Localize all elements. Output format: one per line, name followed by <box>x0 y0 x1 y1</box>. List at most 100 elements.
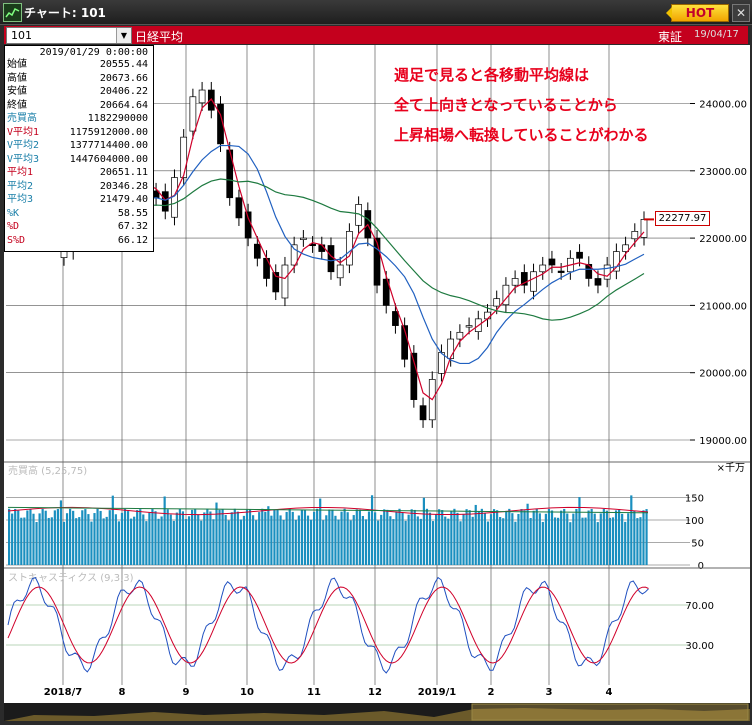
volume-bar <box>358 509 361 565</box>
x-tick-label: 2019/1 <box>418 687 456 698</box>
volume-bar <box>258 512 261 565</box>
volume-bar <box>343 508 346 565</box>
info-value: 1377714400.00 <box>69 140 148 151</box>
volume-bar <box>377 520 380 565</box>
volume-bar <box>541 521 544 565</box>
info-date: 2019/01/29 0:00:00 <box>39 47 148 58</box>
volume-bar <box>431 521 435 565</box>
volume-bar <box>590 508 593 565</box>
volume-bar <box>197 514 200 565</box>
volume-bar <box>81 510 84 565</box>
volume-bar <box>252 515 255 565</box>
volume-bar <box>407 514 410 565</box>
volume-bar <box>499 517 502 565</box>
volume-bar <box>151 508 154 565</box>
info-label: V平均2 <box>7 140 40 151</box>
window-titlebar: チャート: 101 HOT ✕ <box>0 0 752 25</box>
volume-bar <box>593 513 596 565</box>
volume-bar <box>313 511 316 565</box>
volume-bar <box>248 509 252 565</box>
volume-bar <box>468 510 471 565</box>
volume-bar <box>419 518 422 565</box>
info-value: 1447604000.00 <box>69 153 148 165</box>
volume-bar <box>566 513 569 565</box>
candle-body <box>557 270 565 273</box>
scroll-overview-bar[interactable] <box>4 703 750 721</box>
volume-bar <box>618 509 621 565</box>
volume-bar <box>93 513 96 565</box>
volume-bar <box>633 510 636 565</box>
price-tick-label: 22000.00 <box>699 234 747 245</box>
volume-bar <box>642 510 645 565</box>
volume-bar <box>496 510 499 565</box>
volume-bar <box>505 510 508 565</box>
volume-bar <box>273 509 276 565</box>
symbol-select[interactable]: 101 ▼ <box>6 27 132 44</box>
hot-button[interactable]: HOT <box>666 4 729 22</box>
volume-bar <box>44 510 47 565</box>
volume-bar <box>370 495 374 565</box>
close-button[interactable]: ✕ <box>732 4 750 22</box>
header-date: 19/04/17 <box>694 29 739 40</box>
volume-bar <box>47 517 50 565</box>
volume-bar <box>453 508 456 565</box>
info-row: %D 67.32 <box>5 221 151 233</box>
volume-bar <box>395 511 398 565</box>
volume-bar <box>352 515 355 565</box>
volume-tick-label: 100 <box>685 516 704 527</box>
info-value: 1175912000.00 <box>69 126 148 138</box>
volume-bar <box>374 512 377 565</box>
info-label: 安値 <box>7 86 27 97</box>
info-value: 20406.22 <box>99 86 148 97</box>
info-row: 始値 20555.44 <box>5 59 151 71</box>
volume-bar <box>108 510 111 565</box>
volume-bar <box>84 509 87 565</box>
candle-body <box>60 251 68 258</box>
chevron-down-icon[interactable]: ▼ <box>116 28 131 43</box>
volume-bar <box>264 511 267 565</box>
candle-body <box>180 136 188 178</box>
volume-bar <box>62 521 66 565</box>
volume-bar <box>78 517 81 565</box>
candle-body <box>539 264 547 273</box>
volume-bar <box>389 516 392 565</box>
volume-bar <box>291 511 294 565</box>
volume-bar <box>569 522 572 565</box>
volume-bar <box>602 508 605 565</box>
volume-bar <box>191 509 194 565</box>
overview-window[interactable] <box>471 703 749 721</box>
volume-bar <box>38 513 41 565</box>
volume-bar <box>17 510 20 565</box>
volume-bar <box>538 513 541 565</box>
volume-bar <box>136 510 139 565</box>
volume-tick-label: 0 <box>698 561 704 572</box>
x-tick-label: 2018/7 <box>44 687 82 698</box>
volume-bar <box>450 511 453 565</box>
annotation-line-2: 全て上向きとなっていることから <box>394 96 618 114</box>
volume-bar <box>11 513 14 565</box>
volume-bar <box>621 513 624 565</box>
volume-bar <box>410 509 413 565</box>
price-tick-label: 24000.00 <box>699 100 747 111</box>
info-value: 66.12 <box>117 234 148 246</box>
volume-bar <box>398 508 401 565</box>
price-tick-label: 21000.00 <box>699 301 747 312</box>
volume-bar <box>599 513 602 565</box>
volume-bar <box>337 519 340 565</box>
volume-bar <box>181 511 185 565</box>
info-value: 20673.66 <box>99 72 148 84</box>
volume-bar <box>328 509 331 565</box>
volume-bar <box>584 517 587 565</box>
x-tick-label: 12 <box>368 687 382 698</box>
volume-bar <box>367 511 371 565</box>
volume-bar <box>261 508 264 565</box>
volume-bar <box>169 514 172 565</box>
volume-bar <box>441 510 444 565</box>
volume-bar <box>502 518 505 565</box>
volume-bar <box>486 521 490 565</box>
candle-body <box>613 251 620 272</box>
volume-bar <box>355 509 358 565</box>
volume-bar <box>316 508 319 565</box>
volume-bar <box>438 509 441 565</box>
candle-body <box>456 331 464 340</box>
